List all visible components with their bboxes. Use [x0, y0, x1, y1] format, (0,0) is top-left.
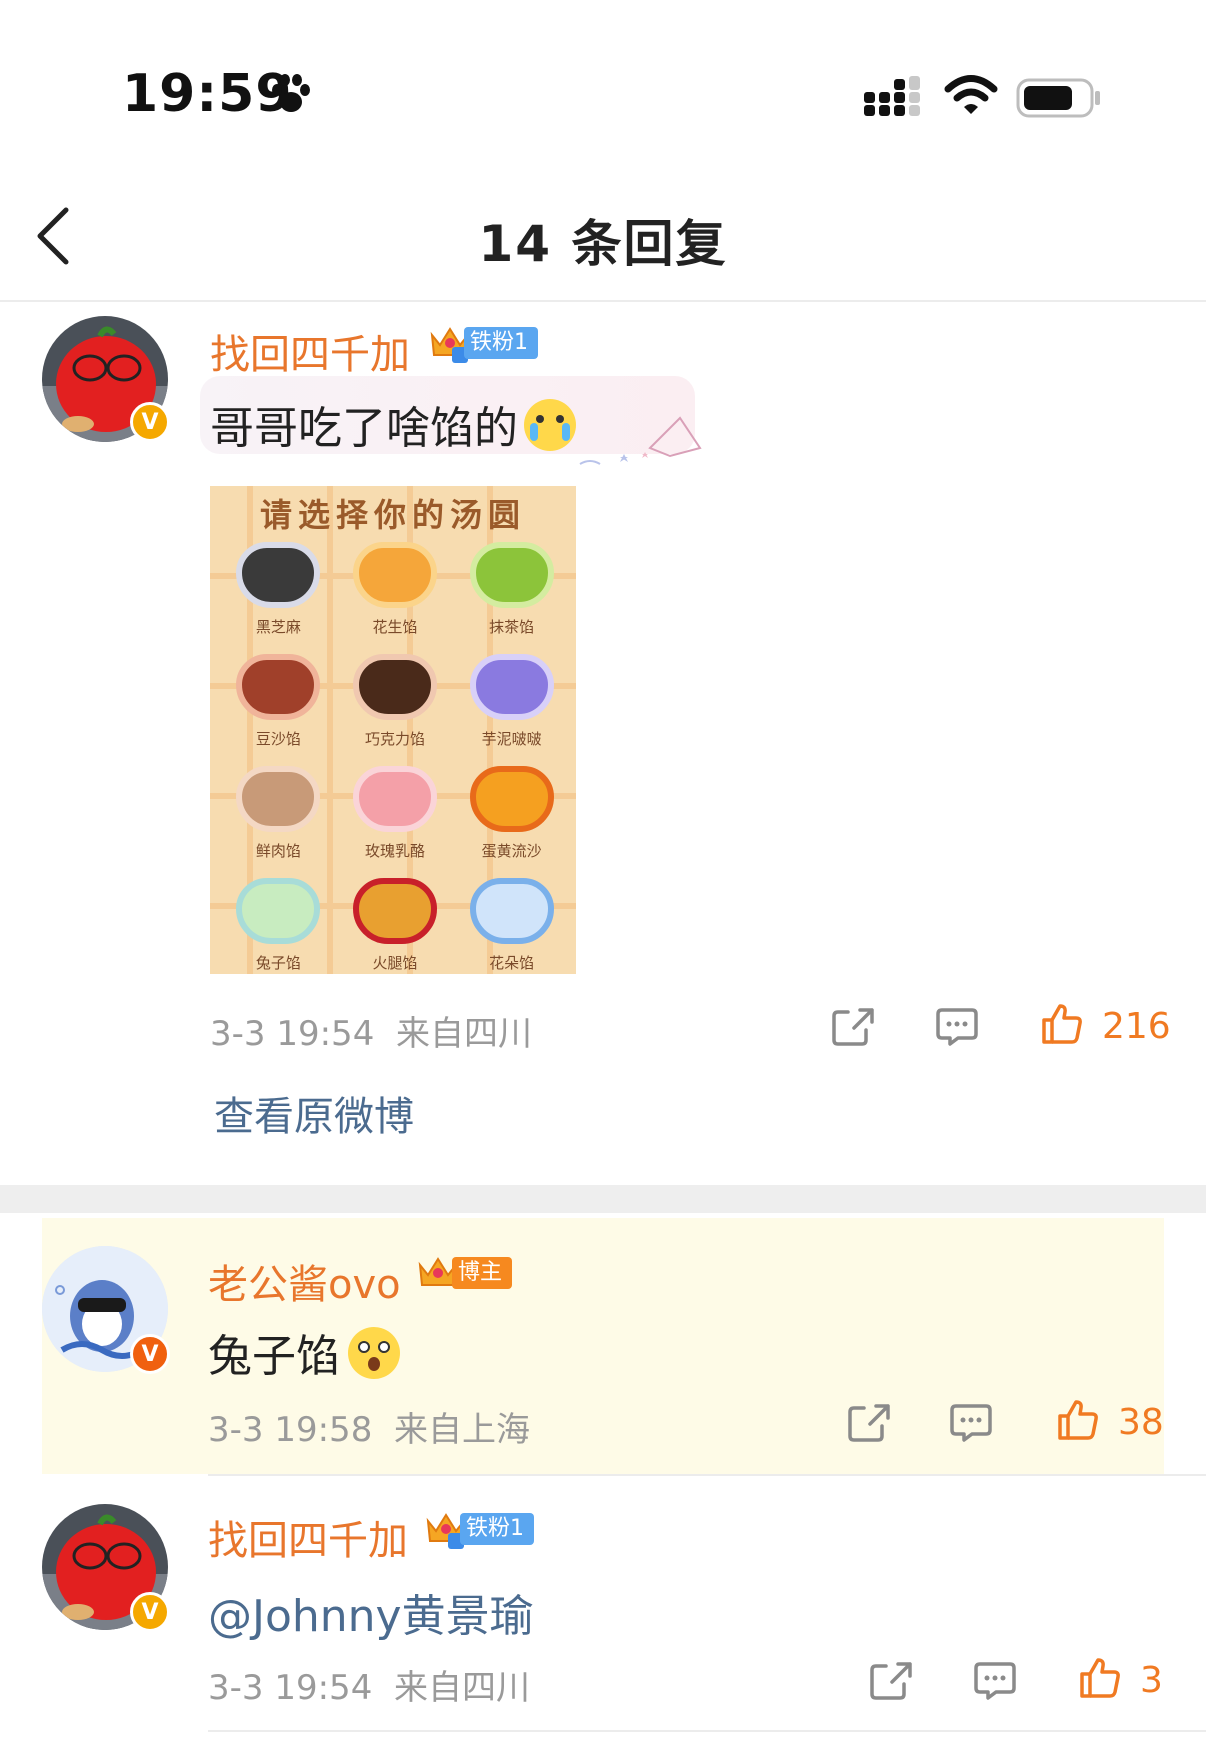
post-meta: 3-3 19:54 来自四川 — [210, 1006, 532, 1055]
flavor-label: 火腿馅 — [372, 954, 418, 972]
spoon-icon — [236, 542, 321, 608]
flavor-label: 花朵馅 — [489, 954, 535, 972]
status-time: 19:59 — [122, 64, 293, 124]
comment-text: 哥哥吃了啥馅的 — [210, 392, 576, 456]
wifi-icon — [944, 75, 998, 114]
flavor-label: 鲜肉馅 — [255, 842, 301, 860]
username[interactable]: 老公酱ovo — [208, 1252, 401, 1310]
username[interactable]: 找回四千加 — [208, 1508, 408, 1566]
flavor-label: 豆沙馅 — [255, 730, 301, 748]
verified-badge-icon: V — [130, 402, 170, 442]
reply-date: 3-3 19:54 — [208, 1668, 373, 1708]
reply-meta: 3-3 19:58 来自上海 — [208, 1402, 530, 1451]
spoon-icon — [469, 654, 554, 720]
like-icon[interactable] — [1056, 1398, 1100, 1442]
like-icon[interactable] — [1040, 1002, 1084, 1046]
comment-icon[interactable] — [934, 1006, 980, 1048]
fan-badge[interactable]: 铁粉1 — [428, 326, 538, 363]
flavor-cell: 黑芝麻 — [220, 534, 337, 642]
reply-location: 来自四川 — [393, 1668, 530, 1708]
flavor-label: 抹茶馅 — [489, 618, 535, 636]
flavor-cell: 抹茶馅 — [453, 534, 570, 642]
author-badge[interactable]: 博主 — [416, 1256, 513, 1290]
fan-badge-label: 铁粉1 — [460, 1513, 534, 1545]
flavor-cell: 花朵馅 — [453, 870, 570, 974]
battery-icon — [1016, 78, 1100, 118]
mention-link[interactable]: @Johnny黄景瑜 — [208, 1580, 534, 1644]
image-title: 请选择你的汤圆 — [259, 496, 526, 534]
flavor-cell: 芋泥啵啵 — [453, 646, 570, 754]
flavor-label: 巧克力馅 — [364, 730, 425, 748]
spoon-icon — [352, 542, 437, 608]
spoon-icon — [352, 766, 437, 832]
fan-badge-label: 铁粉1 — [464, 327, 538, 359]
post-date: 3-3 19:54 — [210, 1014, 375, 1054]
reply-date: 3-3 19:58 — [208, 1410, 373, 1450]
spoon-icon — [352, 878, 437, 944]
flavor-cell: 鲜肉馅 — [220, 758, 337, 866]
comment-icon[interactable] — [972, 1660, 1018, 1702]
header-divider — [0, 300, 1206, 302]
post-image[interactable]: 请选择你的汤圆 黑芝麻 花生馅 抹茶馅 豆沙馅 巧克力馅 芋泥啵啵 鲜肉馅 玫瑰… — [210, 486, 576, 974]
flavor-cell: 豆沙馅 — [220, 646, 337, 754]
comment-icon[interactable] — [948, 1402, 994, 1444]
flavor-cell: 火腿馅 — [337, 870, 454, 974]
flavor-cell: 蛋黄流沙 — [453, 758, 570, 866]
flavor-cell: 巧克力馅 — [337, 646, 454, 754]
spoon-icon — [469, 542, 554, 608]
verified-badge-icon: V — [130, 1592, 170, 1632]
flavor-label: 芋泥啵啵 — [481, 730, 542, 748]
view-original-link[interactable]: 查看原微博 — [214, 1084, 414, 1142]
reply-divider — [208, 1474, 1206, 1476]
flavor-cell: 花生馅 — [337, 534, 454, 642]
reply-meta: 3-3 19:54 来自四川 — [208, 1660, 530, 1709]
astonished-face-emoji-icon — [348, 1327, 400, 1379]
flavor-cell: 兔子馅 — [220, 870, 337, 974]
spoon-icon — [469, 766, 554, 832]
flavor-cell: 玫瑰乳酪 — [337, 758, 454, 866]
spoon-icon — [236, 766, 321, 832]
section-separator — [0, 1185, 1206, 1213]
author-badge-label: 博主 — [452, 1257, 513, 1289]
reply-location: 来自上海 — [393, 1410, 530, 1450]
like-icon[interactable] — [1078, 1656, 1122, 1700]
crying-face-emoji-icon — [524, 399, 576, 451]
fan-badge[interactable]: 铁粉1 — [424, 1512, 534, 1549]
username[interactable]: 找回四千加 — [210, 322, 410, 380]
cellular-signal-icon — [864, 76, 920, 116]
verified-badge-icon: V — [130, 1334, 170, 1374]
like-count[interactable]: 38 — [1118, 1402, 1164, 1443]
paw-icon — [272, 74, 310, 112]
comment-text: 兔子馅 — [208, 1320, 400, 1384]
share-icon[interactable] — [846, 1402, 892, 1444]
flavor-label: 兔子馅 — [255, 954, 301, 972]
spoon-icon — [469, 878, 554, 944]
share-icon[interactable] — [868, 1660, 914, 1702]
reply-divider — [208, 1730, 1206, 1732]
paper-crane-decoration-icon — [579, 416, 702, 465]
like-count[interactable]: 3 — [1140, 1660, 1163, 1701]
spoon-icon — [236, 654, 321, 720]
spoon-icon — [352, 654, 437, 720]
flavor-label: 蛋黄流沙 — [481, 842, 542, 860]
post-location: 来自四川 — [395, 1014, 532, 1054]
flavor-label: 黑芝麻 — [255, 618, 301, 636]
page-title: 14 条回复 — [478, 215, 728, 273]
flavor-label: 玫瑰乳酪 — [364, 842, 425, 860]
share-icon[interactable] — [830, 1006, 876, 1048]
like-count[interactable]: 216 — [1102, 1006, 1171, 1047]
flavor-label: 花生馅 — [372, 618, 418, 636]
spoon-icon — [236, 878, 321, 944]
